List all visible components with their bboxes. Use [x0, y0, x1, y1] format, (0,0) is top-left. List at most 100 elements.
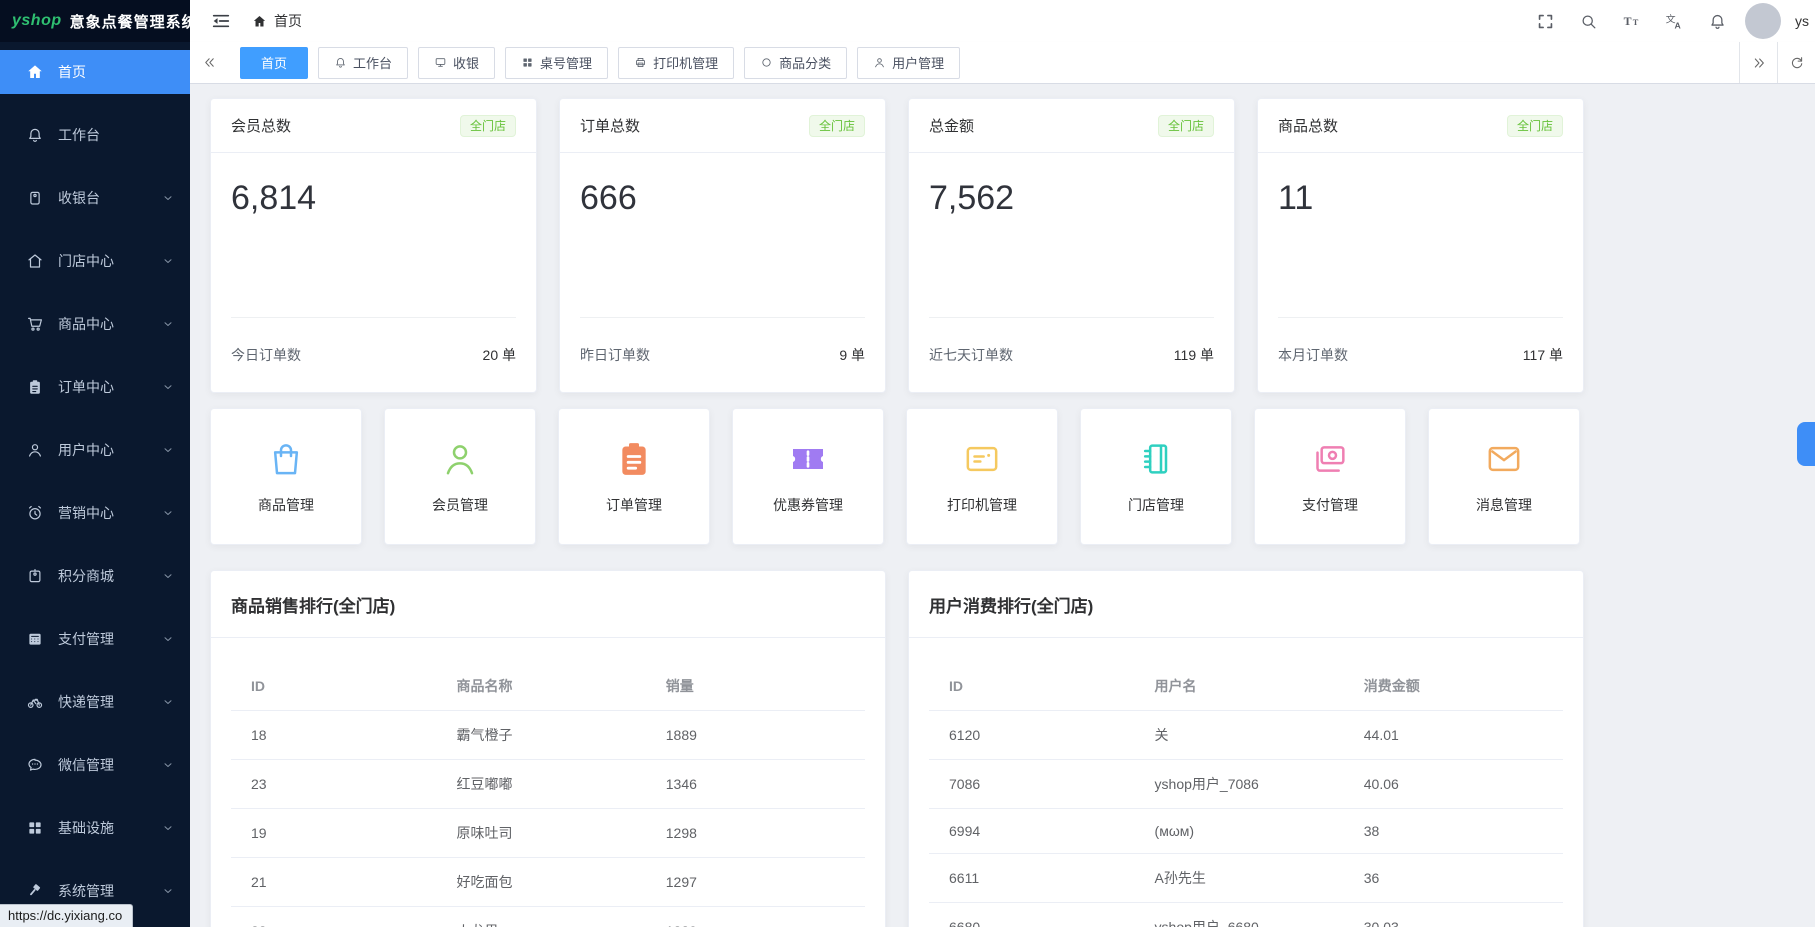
- tab[interactable]: 首页: [240, 47, 308, 79]
- sidebar-item[interactable]: 工作台: [0, 113, 190, 157]
- cell-amount: 44.01: [1354, 711, 1563, 760]
- sidebar-item[interactable]: 支付管理: [0, 617, 190, 661]
- product-ranking-table: ID 商品名称 销量 18 霸气橙子 1889: [231, 662, 865, 927]
- tab-label: 工作台: [353, 53, 392, 72]
- refresh-icon: [1789, 55, 1805, 71]
- stat-value: 666: [560, 153, 885, 218]
- cell-id: 6611: [929, 854, 1145, 903]
- quick-link-label: 打印机管理: [947, 495, 1017, 515]
- quick-link-label: 会员管理: [432, 495, 488, 515]
- sidebar-item[interactable]: 首页: [0, 50, 190, 94]
- avatar[interactable]: [1745, 3, 1781, 39]
- stat-title: 订单总数: [580, 115, 640, 136]
- table-row: 6120 关 44.01: [929, 711, 1563, 760]
- cell-id: 21: [231, 858, 447, 907]
- points-icon: [26, 567, 44, 585]
- quick-link-card[interactable]: 商品管理: [210, 408, 362, 545]
- store-scope-badge: 全门店: [1158, 115, 1214, 137]
- cell-username: yshop用户_6680: [1145, 903, 1354, 927]
- refresh-button[interactable]: [1777, 42, 1815, 83]
- monitor-icon: [434, 56, 447, 69]
- chevron-down-icon: [162, 381, 174, 393]
- tabs-actions: [1739, 42, 1815, 83]
- chevron-down-icon: [162, 633, 174, 645]
- pay-icon: [26, 630, 44, 648]
- sidebar-item[interactable]: 基础设施: [0, 806, 190, 850]
- bag-icon: [266, 439, 306, 479]
- sidebar-item[interactable]: 营销中心: [0, 491, 190, 535]
- quick-link-card[interactable]: 会员管理: [384, 408, 536, 545]
- stat-footer-value: 20 单: [483, 345, 516, 365]
- sidebar-item[interactable]: 门店中心: [0, 239, 190, 283]
- sidebar-item[interactable]: 用户中心: [0, 428, 190, 472]
- link-preview-tooltip: https://dc.yixiang.co: [0, 904, 133, 927]
- sidebar-item-label: 订单中心: [58, 377, 162, 397]
- tabs-scroll-right-button[interactable]: [1739, 42, 1777, 83]
- sidebar-item[interactable]: 微信管理: [0, 743, 190, 787]
- settings-panel-handle[interactable]: [1797, 422, 1815, 466]
- logo-bar: yshop 意象点餐管理系统: [0, 0, 190, 42]
- translate-icon[interactable]: 文A: [1665, 12, 1684, 31]
- fullscreen-icon[interactable]: [1536, 12, 1555, 31]
- tab-label: 用户管理: [892, 53, 944, 72]
- sidebar: yshop 意象点餐管理系统 首页 工作台 收银台 门店: [0, 0, 190, 927]
- quick-link-card[interactable]: 门店管理: [1080, 408, 1232, 545]
- home-icon: [26, 63, 44, 81]
- cell-sales: 1297: [656, 858, 865, 907]
- stat-footer-label: 本月订单数: [1278, 345, 1348, 365]
- cell-amount: 38: [1354, 809, 1563, 854]
- grid-icon: [521, 56, 534, 69]
- logo: yshop: [12, 12, 62, 30]
- tab-label: 打印机管理: [653, 53, 718, 72]
- sidebar-item[interactable]: 订单中心: [0, 365, 190, 409]
- cell-sales: 1889: [656, 711, 865, 760]
- sidebar-item[interactable]: 快递管理: [0, 680, 190, 724]
- column-header: 商品名称: [447, 662, 656, 711]
- table-row: 18 霸气橙子 1889: [231, 711, 865, 760]
- cell-amount: 30.03: [1354, 903, 1563, 927]
- breadcrumb-home-label[interactable]: 首页: [274, 11, 302, 31]
- tab[interactable]: 用户管理: [857, 47, 960, 79]
- sidebar-item[interactable]: 积分商城: [0, 554, 190, 598]
- notification-bell-icon[interactable]: [1708, 12, 1727, 31]
- home-icon[interactable]: [252, 14, 267, 29]
- tags-view-bar: 首页 工作台 收银 桌号管理 打印机管理: [190, 42, 1815, 84]
- tabs-scroll-left-button[interactable]: [190, 42, 228, 83]
- chevron-down-icon: [162, 192, 174, 204]
- tab[interactable]: 桌号管理: [505, 47, 608, 79]
- table-row: 21 好吃面包 1297: [231, 858, 865, 907]
- quick-link-label: 商品管理: [258, 495, 314, 515]
- tab[interactable]: 商品分类: [744, 47, 847, 79]
- cell-sales: 1346: [656, 760, 865, 809]
- sidebar-item-label: 积分商城: [58, 566, 162, 586]
- search-icon[interactable]: [1579, 12, 1598, 31]
- quick-link-card[interactable]: 打印机管理: [906, 408, 1058, 545]
- svg-text:A: A: [1675, 20, 1682, 30]
- store-scope-badge: 全门店: [809, 115, 865, 137]
- quick-link-card[interactable]: 支付管理: [1254, 408, 1406, 545]
- chevron-down-icon: [162, 570, 174, 582]
- column-header: 用户名: [1145, 662, 1354, 711]
- stat-footer-value: 117 单: [1523, 345, 1563, 365]
- dashboard-content: 会员总数 全门店 6,814 今日订单数 20 单 订单总数: [190, 84, 1815, 927]
- hamburger-icon[interactable]: [210, 10, 232, 32]
- font-size-icon[interactable]: TT: [1622, 12, 1641, 31]
- table-row: 22 火龙果 1239: [231, 907, 865, 927]
- username[interactable]: ys: [1795, 13, 1809, 29]
- sidebar-item-label: 微信管理: [58, 755, 162, 775]
- sidebar-item[interactable]: 收银台: [0, 176, 190, 220]
- store-scope-badge: 全门店: [1507, 115, 1563, 137]
- tab[interactable]: 打印机管理: [618, 47, 734, 79]
- app-title: 意象点餐管理系统: [70, 11, 198, 32]
- quick-link-card[interactable]: 优惠券管理: [732, 408, 884, 545]
- user-icon: [26, 441, 44, 459]
- tab[interactable]: 工作台: [318, 47, 408, 79]
- ticket-icon: [788, 439, 828, 479]
- tab-label: 桌号管理: [540, 53, 592, 72]
- quick-link-card[interactable]: 消息管理: [1428, 408, 1580, 545]
- quick-link-card[interactable]: 订单管理: [558, 408, 710, 545]
- sidebar-item-label: 用户中心: [58, 440, 162, 460]
- tab[interactable]: 收银: [418, 47, 495, 79]
- chevron-down-icon: [162, 822, 174, 834]
- sidebar-item[interactable]: 商品中心: [0, 302, 190, 346]
